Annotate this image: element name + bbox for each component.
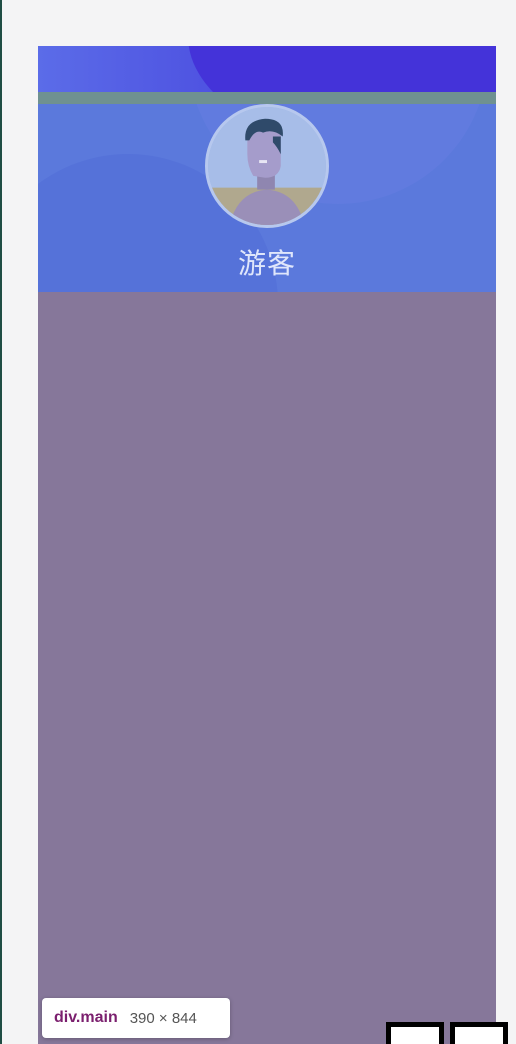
tooltip-dimensions: 390 × 844	[129, 1009, 197, 1027]
corner-glyph-right	[450, 1022, 508, 1044]
user-avatar-icon[interactable]	[205, 104, 329, 228]
status-bar-area	[38, 46, 496, 92]
corner-glyph-left	[386, 1022, 444, 1044]
window-left-edge	[0, 0, 2, 1044]
devtools-element-tooltip: div.main 390 × 844	[42, 998, 230, 1038]
main-content-overlay	[38, 292, 496, 1044]
avatar-illustration	[208, 107, 326, 225]
screenshot-page: 游客 div.main 390 × 844	[0, 0, 516, 1044]
margin-highlight-band	[38, 92, 496, 104]
username-label: 游客	[237, 247, 296, 280]
mobile-viewport: 游客	[38, 46, 496, 1044]
profile-header: 游客	[38, 104, 496, 292]
tooltip-element-tag: div.main	[54, 1009, 118, 1026]
decorative-blob	[188, 46, 496, 92]
corner-glyphs	[384, 1016, 516, 1044]
